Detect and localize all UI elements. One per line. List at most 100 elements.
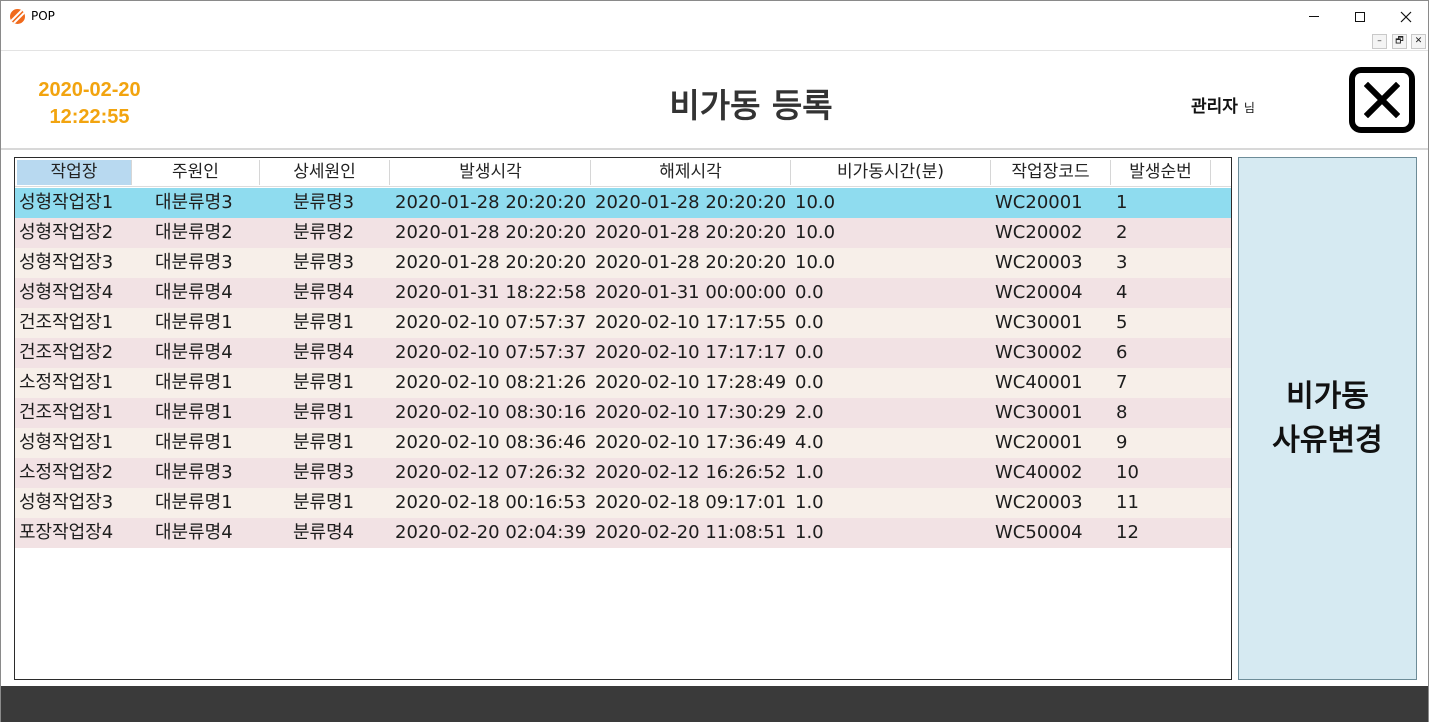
table-cell: 2020-02-10 17:28:49 [595,372,787,393]
table-cell: 2 [1116,222,1128,243]
table-cell: 대분류명4 [155,342,233,363]
table-cell: 소정작업장2 [19,462,114,483]
table-cell: 2020-02-10 08:36:46 [395,432,587,453]
table-row[interactable]: 건조작업장1 대분류명1 분류명1 2020-02-10 08:30:16 2020-0… [15,398,1231,428]
table-row[interactable]: 포장작업장4 대분류명4 분류명4 2020-02-20 02:04:39 2020-0… [15,518,1231,548]
maximize-button[interactable] [1337,1,1383,32]
mdi-close-button[interactable]: ✕ [1411,34,1426,49]
table-cell: 건조작업장1 [19,402,114,423]
minimize-button[interactable] [1291,1,1337,32]
divider [1,50,1428,51]
close-x-icon [1364,82,1400,118]
table-cell: 1.0 [795,492,824,513]
mdi-minimize-button[interactable]: – [1372,34,1387,49]
current-time: 12:22:55 [49,106,130,128]
table-cell: 2020-01-28 20:20:20 [395,192,587,213]
downtime-grid[interactable]: 작업장 주원인 상세원인 발생시각 해제시각 비가동시간(분) 작업장코드 발생순번 성형작업… [14,157,1232,680]
table-cell: 대분류명1 [155,372,233,393]
table-cell: 1 [1116,192,1128,213]
table-cell: 1.0 [795,462,824,483]
table-cell: 2020-01-28 20:20:20 [595,222,787,243]
table-cell: WC30002 [995,342,1083,363]
table-row[interactable]: 성형작업장3 대분류명3 분류명3 2020-01-28 20:20:20 2020-0… [15,248,1231,278]
table-cell: 2020-01-28 20:20:20 [595,252,787,273]
table-cell: 2020-02-10 17:17:17 [595,342,787,363]
table-cell: 5 [1116,312,1128,333]
table-cell: 2020-02-10 08:21:26 [395,372,587,393]
table-cell: 2020-02-10 08:30:16 [395,402,587,423]
table-cell: 2020-01-28 20:20:20 [595,192,787,213]
table-cell: 2020-02-12 16:26:52 [595,462,787,483]
table-row[interactable]: 소정작업장2 대분류명3 분류명3 2020-02-12 07:26:32 2020-0… [15,458,1231,488]
table-cell: 12 [1116,522,1139,543]
column-header[interactable]: 작업장코드 [991,160,1111,185]
table-cell: 대분류명3 [155,462,233,483]
column-header[interactable]: 상세원인 [260,160,390,185]
table-row[interactable]: 성형작업장1 대분류명1 분류명1 2020-02-10 08:36:46 2020-0… [15,428,1231,458]
mdi-restore-button[interactable]: 🗗 [1392,34,1407,49]
column-header[interactable]: 해제시각 [591,160,791,185]
column-header[interactable]: 작업장 [17,160,132,185]
column-header[interactable]: 발생시각 [391,160,591,185]
table-cell: 소정작업장1 [19,372,114,393]
table-cell: 0.0 [795,372,824,393]
table-cell: 대분류명1 [155,402,233,423]
user-label: 관리자 님 [1191,92,1255,117]
table-cell: WC40001 [995,372,1083,393]
user-suffix: 님 [1243,101,1255,115]
table-row[interactable]: 소정작업장1 대분류명1 분류명1 2020-02-10 08:21:26 2020-0… [15,368,1231,398]
table-cell: 0.0 [795,342,824,363]
table-cell: 2020-01-28 20:20:20 [395,222,587,243]
table-cell: 6 [1116,342,1128,363]
table-cell: 2.0 [795,402,824,423]
table-cell: WC20001 [995,432,1083,453]
table-row[interactable]: 성형작업장1 대분류명3 분류명3 2020-01-28 20:20:20 2020-0… [15,188,1231,218]
table-cell: 대분류명1 [155,312,233,333]
table-cell: 대분류명4 [155,522,233,543]
table-cell: 분류명1 [293,432,355,453]
table-cell: 성형작업장3 [19,252,114,273]
user-name: 관리자 [1191,97,1238,117]
table-cell: 0.0 [795,282,824,303]
table-cell: 0.0 [795,312,824,333]
table-cell: 2020-02-10 07:57:37 [395,342,587,363]
table-cell: 대분류명3 [155,192,233,213]
table-cell: WC20002 [995,222,1083,243]
table-cell: 2020-02-20 02:04:39 [395,522,587,543]
table-cell: 대분류명4 [155,282,233,303]
table-cell: 분류명1 [293,312,355,333]
table-cell: 11 [1116,492,1139,513]
close-icon [1400,11,1412,22]
change-reason-line1: 비가동 [1286,378,1369,414]
table-cell: 건조작업장2 [19,342,114,363]
column-header[interactable]: 발생순번 [1111,160,1211,185]
current-date: 2020-02-20 [38,79,141,101]
exit-button[interactable] [1349,67,1415,133]
table-cell: WC20001 [995,192,1083,213]
title-bar: POP [1,1,1428,32]
table-cell: 2020-01-31 00:00:00 [595,282,787,303]
table-cell: 2020-02-12 07:26:32 [395,462,587,483]
table-cell: 분류명2 [293,222,355,243]
table-cell: 10 [1116,462,1139,483]
maximize-icon [1355,11,1365,22]
window-close-button[interactable] [1383,1,1429,32]
change-reason-button[interactable]: 비가동 사유변경 [1238,157,1417,680]
table-row[interactable]: 성형작업장3 대분류명1 분류명1 2020-02-18 00:16:53 2020-0… [15,488,1231,518]
table-cell: 2020-02-10 17:36:49 [595,432,787,453]
window-title: POP [31,9,55,23]
table-cell: 2020-01-28 20:20:20 [395,252,587,273]
table-cell: 3 [1116,252,1128,273]
column-header[interactable]: 주원인 [132,160,260,185]
table-cell: 2020-02-10 17:17:55 [595,312,787,333]
table-row[interactable]: 성형작업장4 대분류명4 분류명4 2020-01-31 18:22:58 2020-0… [15,278,1231,308]
table-cell: 분류명1 [293,402,355,423]
table-row[interactable]: 성형작업장2 대분류명2 분류명2 2020-01-28 20:20:20 2020-0… [15,218,1231,248]
table-cell: 성형작업장4 [19,282,114,303]
table-row[interactable]: 건조작업장1 대분류명1 분류명1 2020-02-10 07:57:37 2020-0… [15,308,1231,338]
table-cell: 2020-02-10 17:30:29 [595,402,787,423]
table-cell: 2020-02-10 07:57:37 [395,312,587,333]
column-header[interactable]: 비가동시간(분) [791,160,991,185]
table-cell: 분류명4 [293,342,355,363]
table-row[interactable]: 건조작업장2 대분류명4 분류명4 2020-02-10 07:57:37 2020-0… [15,338,1231,368]
